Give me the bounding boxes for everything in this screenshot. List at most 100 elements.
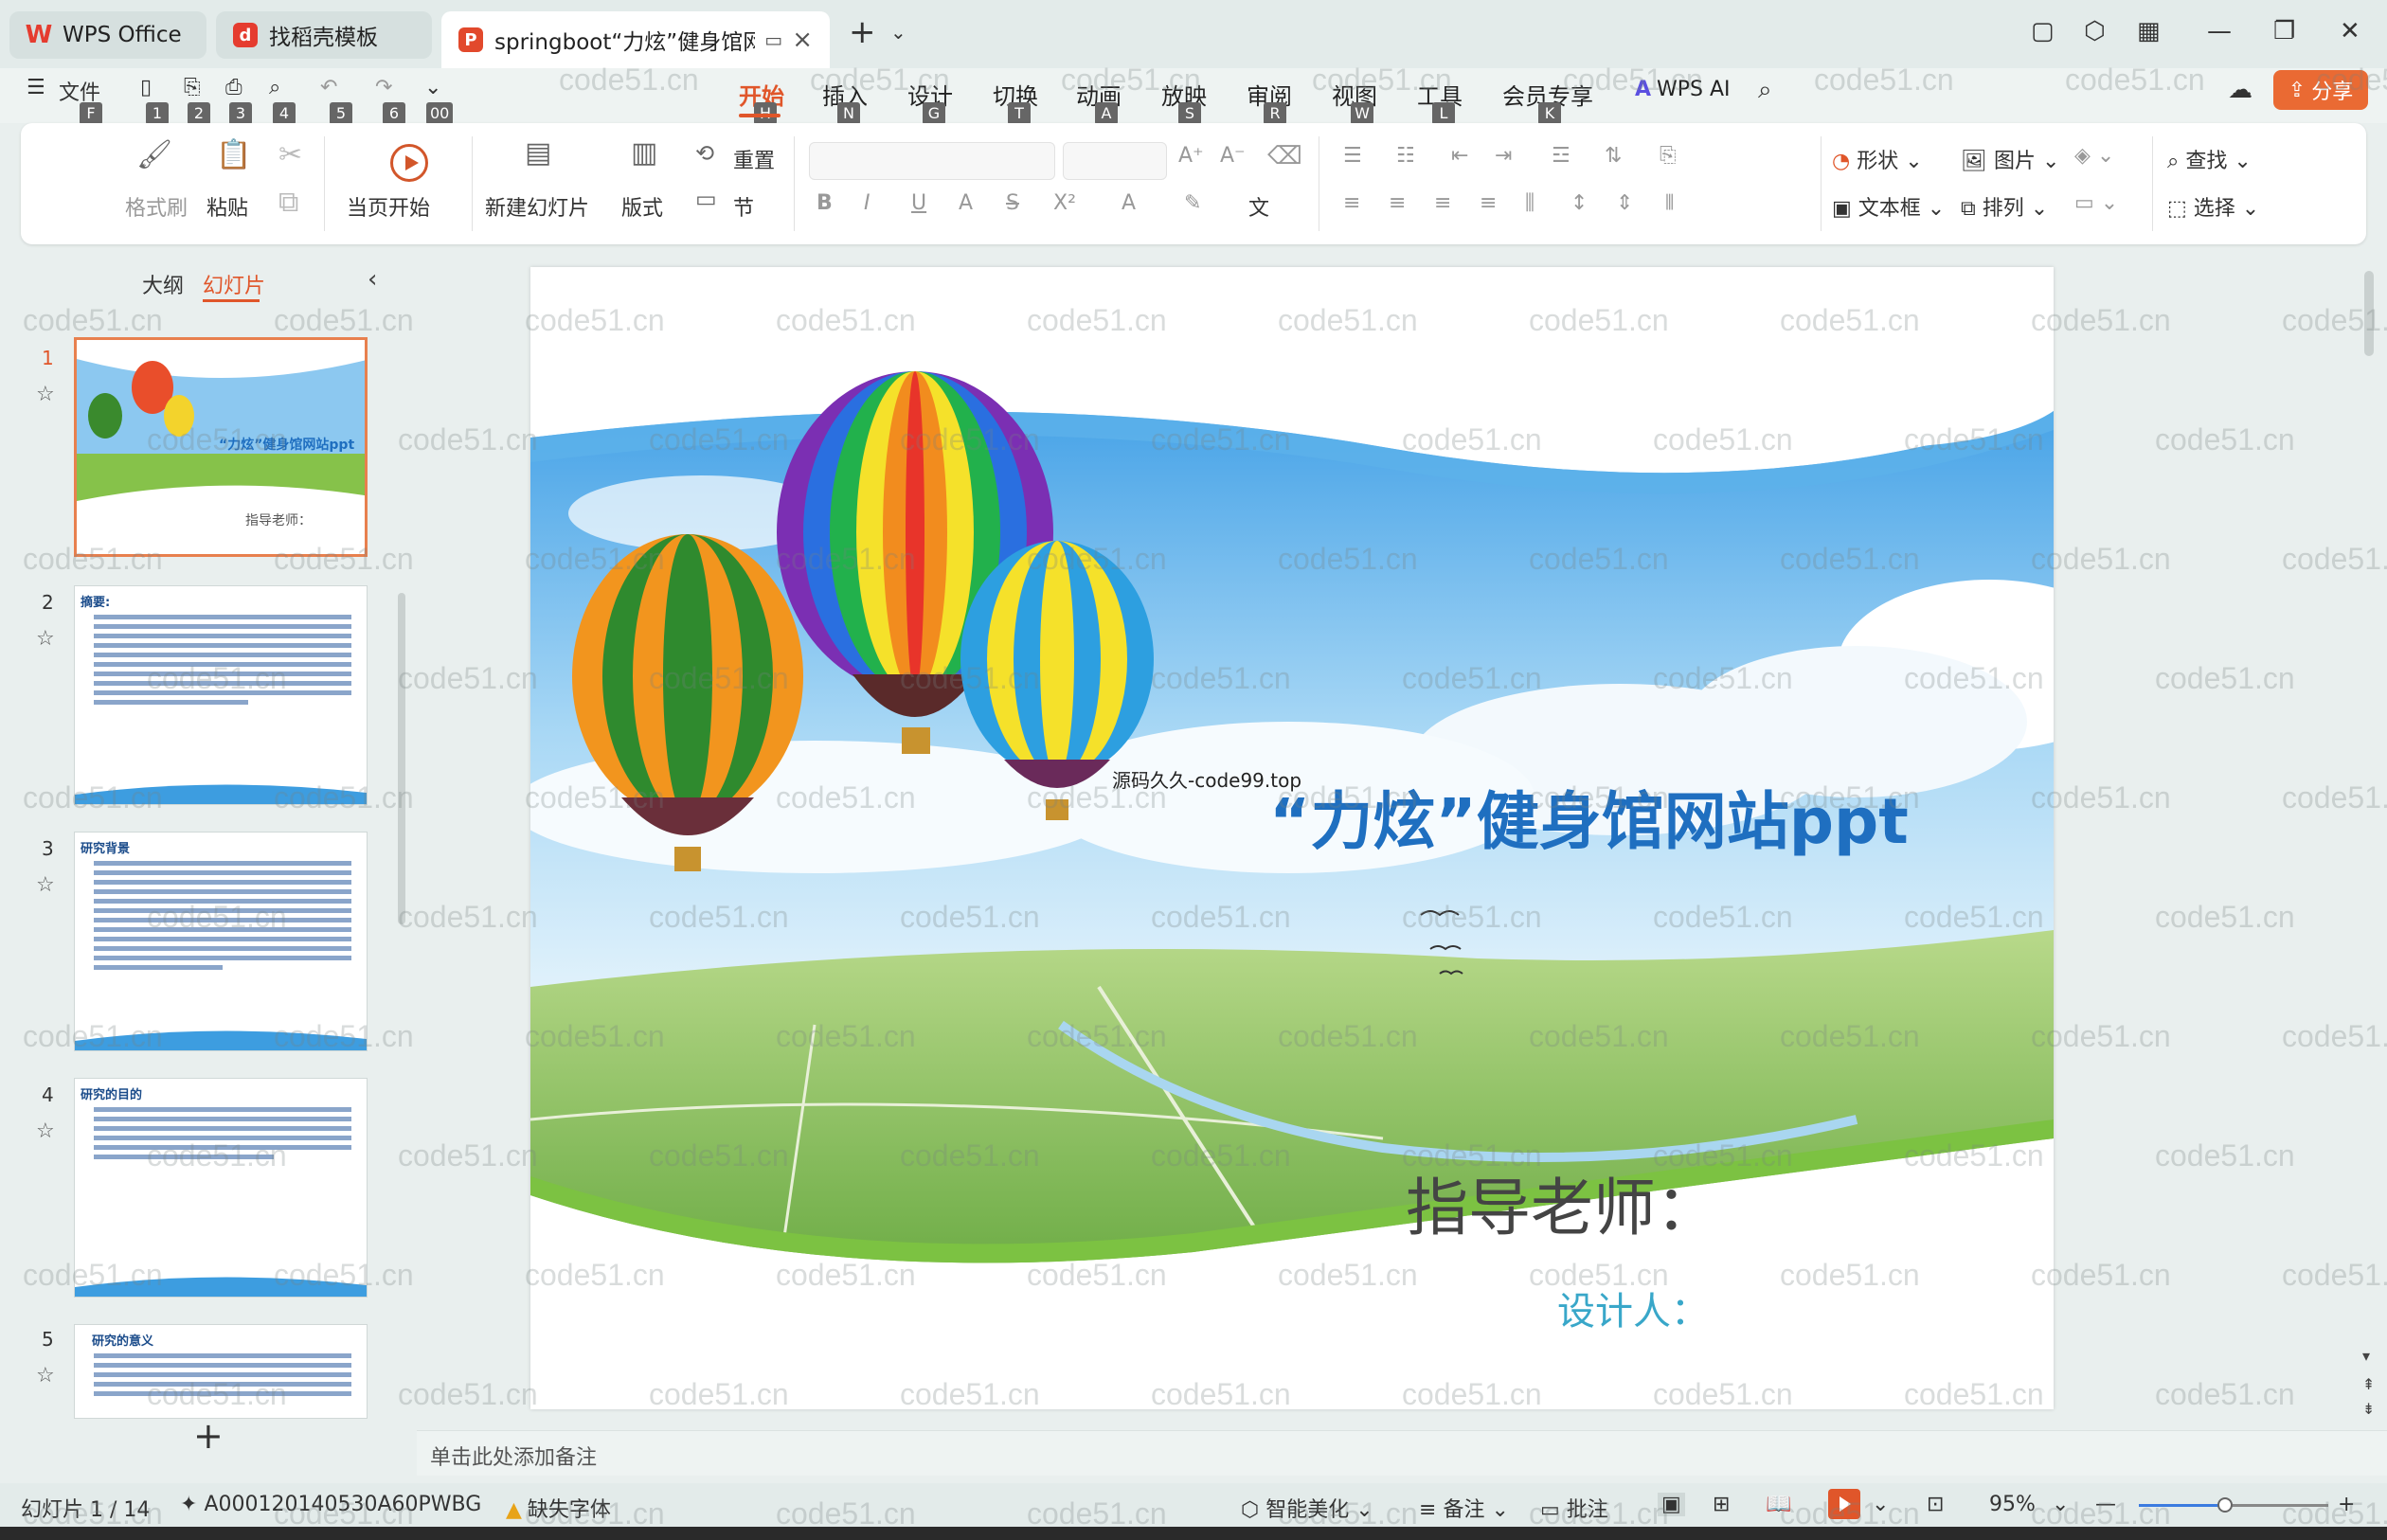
section-icon[interactable]: ▭ [695, 186, 717, 212]
numbered-list-icon[interactable]: ☷ [1396, 144, 1415, 168]
slide-thumbnail-4[interactable]: 研究的目的 [74, 1078, 368, 1298]
bold-icon[interactable]: B [817, 191, 833, 215]
columns-icon[interactable]: ⫴ [1665, 191, 1674, 215]
share-button[interactable]: ⇪ 分享 [2273, 70, 2368, 110]
layout-button[interactable]: 版式 [621, 191, 663, 222]
maximize-icon[interactable]: ❐ [2273, 17, 2295, 45]
paste-button[interactable]: 粘贴 [206, 191, 248, 222]
superscript-icon[interactable]: X² [1053, 191, 1076, 215]
export-icon[interactable]: ⎘ [184, 76, 201, 99]
select-button[interactable]: ⬚ 选择 ⌄ [2167, 191, 2259, 222]
strikethrough-icon[interactable]: S [1006, 191, 1019, 215]
missing-fonts[interactable]: ▲ 缺失字体 [506, 1493, 611, 1523]
justify-icon[interactable]: ≡ [1480, 191, 1497, 215]
reset-button[interactable]: 重置 [733, 144, 775, 174]
notes-button[interactable]: ≡ 备注 ⌄ [1419, 1493, 1509, 1523]
decrease-indent-icon[interactable]: ⇤ [1451, 144, 1468, 168]
align-right-icon[interactable]: ≡ [1434, 191, 1451, 215]
shadow-icon[interactable]: A [959, 191, 973, 215]
increase-font-icon[interactable]: A⁺ [1178, 144, 1204, 168]
star-icon[interactable]: ☆ [36, 627, 55, 651]
wps-ai-button[interactable]: A WPS AI [1635, 78, 1731, 101]
paste-icon[interactable]: 📋 [216, 138, 251, 171]
format-painter-icon[interactable]: 🖌 [136, 138, 172, 171]
distribute-icon[interactable]: ⫼ [1525, 191, 1534, 215]
textbox-button[interactable]: ▣ 文本框 ⌄ [1832, 191, 1945, 222]
font-color-icon[interactable]: A [1122, 191, 1136, 215]
minimize-icon[interactable]: — [2207, 17, 2232, 45]
slide-teacher[interactable]: 指导老师： [1406, 1157, 1718, 1248]
reading-view-icon[interactable]: 📖 [1766, 1493, 1791, 1516]
panel-scrollbar[interactable] [398, 593, 405, 924]
redo-icon[interactable]: ↷ [375, 76, 392, 99]
star-icon[interactable]: ☆ [36, 1119, 55, 1143]
paragraph-spacing-icon[interactable]: ⇕ [1616, 191, 1633, 215]
cloud-icon[interactable]: ☁ [2228, 76, 2252, 104]
star-icon[interactable]: ☆ [36, 383, 55, 406]
section-button[interactable]: 节 [733, 191, 754, 222]
chevron-down-icon[interactable]: ⌄ [890, 21, 906, 44]
save-icon[interactable]: ▯ [140, 76, 152, 99]
slideshow-play-icon[interactable] [1828, 1489, 1860, 1519]
zoom-in-icon[interactable]: + [2338, 1493, 2355, 1516]
text-spacing-icon[interactable]: ☲ [1552, 144, 1570, 168]
monitor-icon[interactable]: ▭ [764, 28, 782, 51]
star-icon[interactable]: ☆ [36, 1364, 55, 1388]
zoom-level[interactable]: 95% [1989, 1493, 2036, 1516]
undo-icon[interactable]: ↶ [320, 76, 337, 99]
play-from-current-icon[interactable] [390, 144, 428, 182]
new-slide-button[interactable]: 新建幻灯片 [485, 191, 589, 222]
clear-format-icon[interactable]: ⌫ [1267, 142, 1302, 170]
arrange-button[interactable]: ⧉ 排列 ⌄ [1961, 191, 2048, 222]
underline-icon[interactable]: U [911, 191, 926, 215]
new-slide-icon[interactable]: ▤ [525, 136, 551, 170]
zoom-handle[interactable] [2217, 1497, 2233, 1513]
next-slide-icon[interactable]: ⇟ [2362, 1400, 2375, 1418]
text-direction-icon[interactable]: ⇅ [1605, 144, 1622, 168]
align-center-icon[interactable]: ≡ [1389, 191, 1406, 215]
italic-icon[interactable]: I [864, 191, 870, 215]
star-icon[interactable]: ☆ [36, 873, 55, 897]
hamburger-icon[interactable]: ☰ [27, 76, 45, 99]
scroll-down-icon[interactable]: ▾ [2362, 1347, 2370, 1365]
add-slide-icon[interactable]: + [193, 1415, 224, 1457]
increase-indent-icon[interactable]: ⇥ [1495, 144, 1512, 168]
align-left-icon[interactable]: ≡ [1343, 191, 1360, 215]
search-icon[interactable]: ⌕ [1758, 76, 1772, 105]
normal-view-icon[interactable]: ▣ [1658, 1493, 1685, 1516]
doc-id[interactable]: ✦ A000120140530A60PWBG [180, 1493, 481, 1516]
reset-icon[interactable]: ⟲ [695, 140, 714, 167]
comments-button[interactable]: ▭ 批注 [1540, 1493, 1608, 1523]
notes-pane[interactable]: 单击此处添加备注 [417, 1430, 2387, 1476]
find-button[interactable]: ⌕ 查找 ⌄ [2167, 144, 2252, 174]
play-from-current-button[interactable]: 当页开始 [347, 191, 430, 222]
decrease-font-icon[interactable]: A⁻ [1220, 144, 1246, 168]
layout-icon[interactable]: ▥ [631, 136, 657, 170]
tab-template[interactable]: d 找稻壳模板 [216, 11, 432, 59]
shape-button[interactable]: ◔ 形状 ⌄ [1832, 144, 1923, 174]
font-size-select[interactable] [1063, 142, 1167, 180]
print-icon[interactable]: ⎙ [225, 76, 242, 99]
bullet-list-icon[interactable]: ☰ [1343, 144, 1362, 168]
slide-thumbnail-5[interactable]: 研究的意义 [74, 1324, 368, 1419]
chevron-down-icon[interactable]: ⌄ [1872, 1493, 1889, 1516]
copy-icon[interactable]: ⧉ [278, 186, 298, 219]
new-tab-icon[interactable]: + [849, 13, 876, 51]
close-window-icon[interactable]: ✕ [2340, 17, 2360, 45]
zoom-slider[interactable] [2139, 1497, 2328, 1513]
tab-outline[interactable]: 大纲 [142, 269, 184, 299]
phonetic-icon[interactable]: 文 [1248, 191, 1269, 222]
format-painter-button[interactable]: 格式刷 [125, 191, 188, 222]
beautify-button[interactable]: ⬡ 智能美化 ⌄ [1241, 1493, 1373, 1523]
avatar[interactable]: ▦ [2137, 17, 2161, 45]
slide-thumbnail-1[interactable]: “力炫”健身馆网站ppt 指导老师： [74, 337, 368, 557]
grid-view-icon[interactable]: ⊞ [1713, 1493, 1730, 1516]
canvas-scrollbar[interactable] [2364, 271, 2374, 356]
cube-icon[interactable]: ⬡ [2084, 17, 2106, 45]
slide-title[interactable]: “力炫”健身馆网站ppt [1269, 771, 1909, 862]
picture-button[interactable]: 🖼 图片 ⌄ [1961, 144, 2059, 174]
slide-thumbnail-3[interactable]: 研究背景 [74, 832, 368, 1051]
print-preview-icon[interactable]: ⌕ [269, 76, 280, 99]
font-family-select[interactable] [809, 142, 1055, 180]
fill-icon[interactable]: ◈ ⌄ [2074, 144, 2114, 168]
